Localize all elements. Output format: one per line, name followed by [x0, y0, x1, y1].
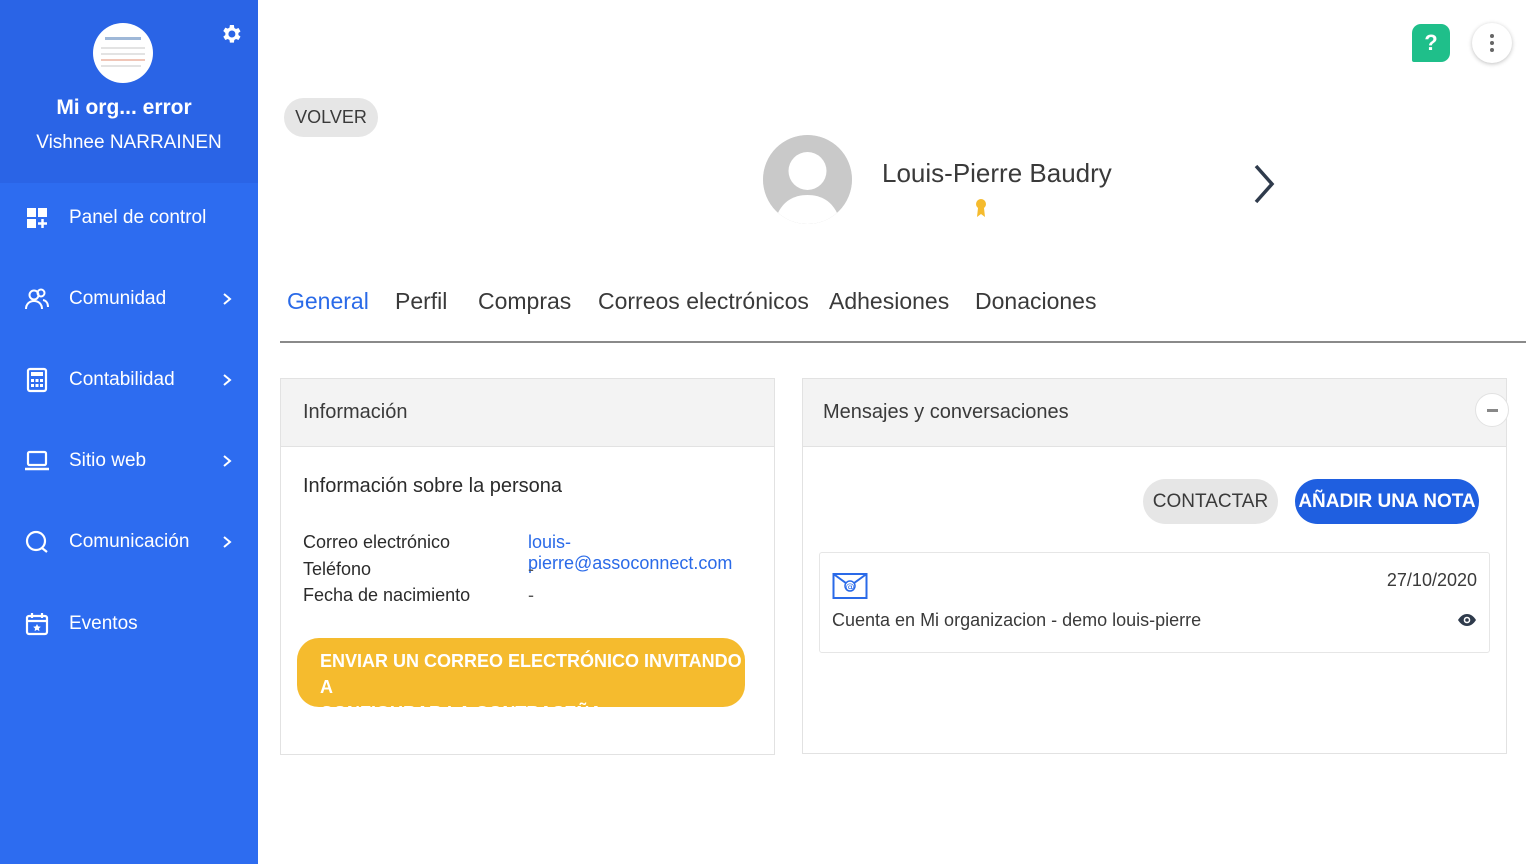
email-at-icon: @ — [832, 573, 868, 599]
sidebar-item-contabilidad[interactable]: Contabilidad — [0, 352, 258, 408]
calendar-icon — [25, 613, 49, 636]
eye-icon[interactable] — [1457, 613, 1477, 627]
email-label: Correo electrónico — [303, 532, 451, 552]
birthdate-label: Fecha de nacimiento — [303, 585, 471, 605]
chevron-right-icon — [223, 536, 232, 548]
chevron-right-icon — [223, 374, 232, 386]
user-name: Vishnee NARRAINEN — [36, 132, 222, 153]
award-badge-icon — [976, 199, 986, 217]
sidebar-item-label: Eventos — [69, 613, 138, 634]
sidebar-item-label: Contabilidad — [69, 369, 175, 390]
help-button[interactable]: ? — [1412, 24, 1450, 62]
info-subtitle: Información sobre la persona — [303, 475, 563, 497]
dots-vertical-icon — [1490, 34, 1494, 38]
chat-icon — [25, 530, 48, 553]
next-person-chevron-icon[interactable] — [1250, 162, 1278, 206]
chevron-right-icon — [223, 455, 232, 467]
phone-label: Teléfono — [303, 559, 372, 579]
email-link[interactable]: louis-pierre@assoconnect.com — [528, 532, 774, 574]
more-options-button[interactable] — [1472, 23, 1512, 63]
community-icon — [25, 288, 49, 310]
message-text: Cuenta en Mi organizacion - demo louis-p… — [832, 610, 1202, 630]
dashboard-icon — [27, 208, 47, 228]
messages-card: Mensajes y conversaciones CONTACTAR AÑAD… — [802, 378, 1509, 754]
sidebar-item-label: Comunidad — [69, 288, 167, 309]
tab-correos-electronicos[interactable]: Correos electrónicos — [598, 288, 809, 315]
person-name: Louis-Pierre Baudry — [882, 158, 1112, 188]
sidebar-header: Mi org... error Vishnee NARRAINEN — [0, 0, 258, 183]
tab-adhesiones[interactable]: Adhesiones — [829, 288, 949, 315]
minus-icon — [1487, 409, 1498, 412]
message-date: 27/10/2020 — [1386, 570, 1477, 590]
avatar — [763, 135, 852, 224]
birthdate-value: - — [528, 585, 534, 605]
contact-button[interactable]: CONTACTAR — [1143, 479, 1278, 524]
sidebar-item-panel-de-control[interactable]: Panel de control — [0, 190, 258, 246]
org-name: Mi org... error — [56, 96, 192, 119]
profile-tabs: General Perfil Compras Correos electróni… — [280, 284, 1526, 343]
sidebar: Mi org... error Vishnee NARRAINEN Panel … — [0, 0, 258, 864]
sidebar-item-comunidad[interactable]: Comunidad — [0, 271, 258, 327]
messages-card-title: Mensajes y conversaciones — [823, 401, 1069, 423]
sidebar-item-sitio-web[interactable]: Sitio web — [0, 433, 258, 489]
sidebar-item-label: Sitio web — [69, 450, 147, 471]
info-card: Información Información sobre la persona… — [280, 378, 775, 755]
tab-compras[interactable]: Compras — [478, 288, 571, 315]
sidebar-item-label: Comunicación — [69, 531, 190, 552]
sidebar-item-label: Panel de control — [69, 207, 207, 228]
phone-value: - — [528, 559, 534, 579]
gear-icon[interactable] — [219, 22, 243, 46]
info-card-title: Información — [303, 401, 408, 423]
add-note-button[interactable]: AÑADIR UNA NOTA — [1295, 479, 1479, 524]
tab-donaciones[interactable]: Donaciones — [975, 288, 1096, 315]
info-card-header: Información — [281, 379, 774, 447]
tab-general[interactable]: General — [287, 288, 369, 315]
user-silhouette-icon — [763, 135, 852, 224]
invite-label-line1: ENVIAR UN CORREO ELECTRÓNICO INVITANDO A — [320, 651, 742, 697]
messages-card-header: Mensajes y conversaciones — [803, 379, 1509, 447]
svg-text:@: @ — [846, 583, 855, 593]
invite-label-line2: CONFIGURAR LA CONTRASEÑA — [320, 703, 603, 723]
collapse-button[interactable] — [1475, 393, 1509, 427]
calculator-icon — [26, 367, 48, 393]
send-password-invite-button[interactable]: ENVIAR UN CORREO ELECTRÓNICO INVITANDO A… — [297, 638, 745, 723]
org-logo[interactable] — [93, 23, 153, 83]
tab-perfil[interactable]: Perfil — [395, 288, 447, 315]
back-button[interactable]: VOLVER — [284, 98, 378, 137]
message-item[interactable]: @ 27/10/2020 Cuenta en Mi organizacion -… — [819, 552, 1490, 653]
sidebar-item-eventos[interactable]: Eventos — [0, 596, 258, 652]
laptop-icon — [25, 450, 49, 471]
sidebar-item-comunicacion[interactable]: Comunicación — [0, 514, 258, 570]
chevron-right-icon — [223, 293, 232, 305]
